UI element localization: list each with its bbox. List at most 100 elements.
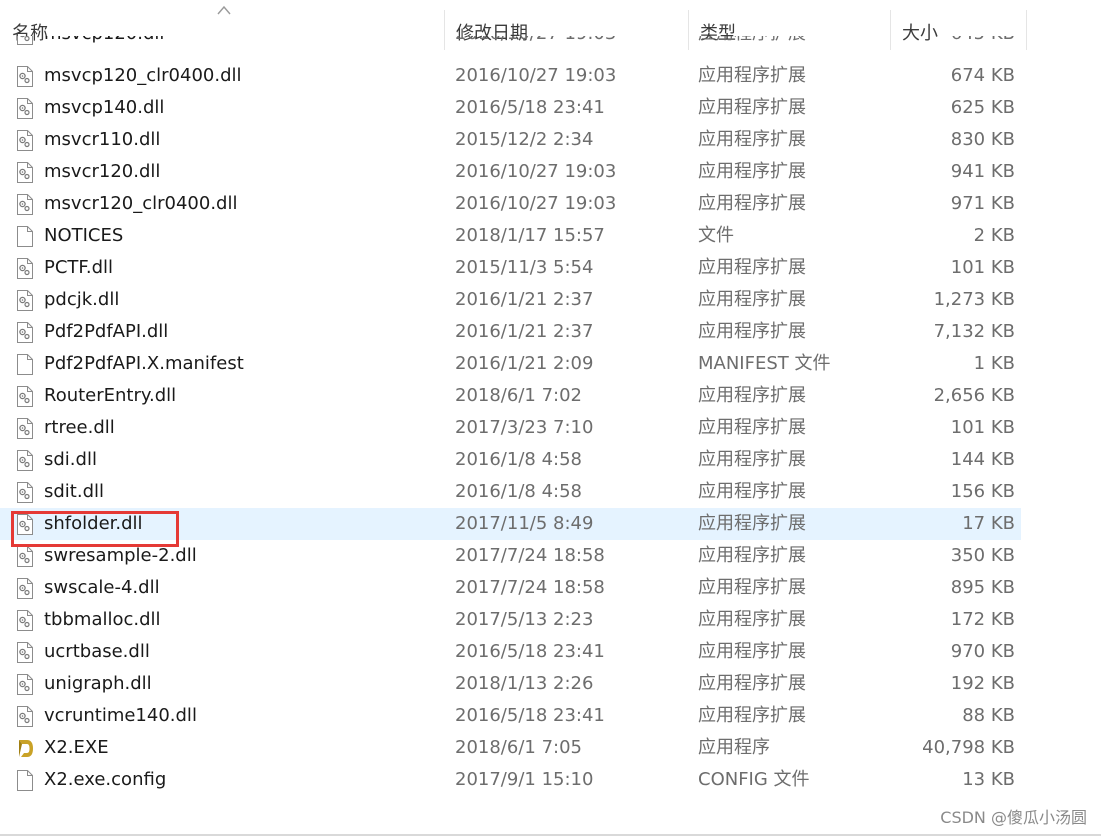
file-row[interactable]: vcruntime140.dll 2016/5/18 23:41 应用程序扩展 88 … xyxy=(0,700,1021,732)
file-size: 2,656 KB xyxy=(933,385,1015,406)
file-size: 350 KB xyxy=(950,545,1015,566)
file-name: X2.exe.config xyxy=(44,769,167,790)
file-type: 应用程序扩展 xyxy=(698,36,806,50)
file-modified-date: 2017/7/24 18:58 xyxy=(455,545,605,566)
dll-gear-icon xyxy=(16,130,34,151)
file-modified-date: 2016/1/8 4:58 xyxy=(455,449,582,470)
blank-file-icon xyxy=(16,354,34,375)
file-type: 应用程序扩展 xyxy=(698,481,806,502)
file-modified-date: 2016/5/18 23:41 xyxy=(455,641,605,662)
file-type: 应用程序扩展 xyxy=(698,97,806,118)
file-modified-date: 2017/7/24 18:58 xyxy=(455,577,605,598)
file-type: 应用程序扩展 xyxy=(698,609,806,630)
file-size: 674 KB xyxy=(950,65,1015,86)
file-row[interactable]: X2.exe.config 2017/9/1 15:10 CONFIG 文件 13 K… xyxy=(0,764,1021,796)
file-name: RouterEntry.dll xyxy=(44,385,177,406)
dll-gear-icon xyxy=(16,514,34,535)
file-row[interactable]: msvcr110.dll 2015/12/2 2:34 应用程序扩展 830 KB xyxy=(0,124,1021,156)
dll-gear-icon xyxy=(16,706,34,727)
file-row[interactable]: msvcp140.dll 2016/5/18 23:41 应用程序扩展 625 KB xyxy=(0,92,1021,124)
file-row[interactable]: sdi.dll 2016/1/8 4:58 应用程序扩展 144 KB xyxy=(0,444,1021,476)
file-type: 文件 xyxy=(698,225,734,246)
file-name: shfolder.dll xyxy=(44,513,143,534)
file-type: 应用程序扩展 xyxy=(698,513,806,534)
file-modified-date: 2017/11/5 8:49 xyxy=(455,513,594,534)
file-type: 应用程序扩展 xyxy=(698,417,806,438)
file-modified-date: 2016/10/27 19:03 xyxy=(455,161,617,182)
file-modified-date: 2017/3/23 7:10 xyxy=(455,417,594,438)
dll-gear-icon xyxy=(16,482,34,503)
file-name: Pdf2PdfAPI.X.manifest xyxy=(44,353,244,374)
file-row[interactable]: msvcr120.dll 2016/10/27 19:03 应用程序扩展 941 KB xyxy=(0,156,1021,188)
file-name: tbbmalloc.dll xyxy=(44,609,161,630)
dll-gear-icon xyxy=(16,450,34,471)
file-row[interactable]: unigraph.dll 2018/1/13 2:26 应用程序扩展 192 KB xyxy=(0,668,1021,700)
file-size: 941 KB xyxy=(950,161,1015,182)
file-type: 应用程序扩展 xyxy=(698,257,806,278)
dll-gear-icon xyxy=(16,290,34,311)
file-row[interactable]: sdit.dll 2016/1/8 4:58 应用程序扩展 156 KB xyxy=(0,476,1021,508)
file-row[interactable]: swscale-4.dll 2017/7/24 18:58 应用程序扩展 895 KB xyxy=(0,572,1021,604)
file-size: 156 KB xyxy=(950,481,1015,502)
file-row[interactable]: msvcp120.dll 2016/10/27 19:03 应用程序扩展 645 KB xyxy=(0,36,1021,56)
file-row[interactable]: PCTF.dll 2015/11/3 5:54 应用程序扩展 101 KB xyxy=(0,252,1021,284)
file-explorer-list-view: 名称 修改日期 类型 大小 msvcp120.dll2016/10/27 19:… xyxy=(0,0,1101,836)
file-row[interactable]: msvcr120_clr0400.dll 2016/10/27 19:03 应用程序… xyxy=(0,188,1021,220)
file-modified-date: 2016/1/21 2:37 xyxy=(455,289,594,310)
file-modified-date: 2016/5/18 23:41 xyxy=(455,705,605,726)
file-row[interactable]: ucrtbase.dll 2016/5/18 23:41 应用程序扩展 970 KB xyxy=(0,636,1021,668)
file-modified-date: 2016/10/27 19:03 xyxy=(455,36,616,50)
file-row[interactable]: pdcjk.dll 2016/1/21 2:37 应用程序扩展 1,273 KB xyxy=(0,284,1021,316)
file-type: 应用程序扩展 xyxy=(698,673,806,694)
file-type: 应用程序扩展 xyxy=(698,577,806,598)
file-row[interactable]: tbbmalloc.dll 2017/5/13 2:23 应用程序扩展 172 KB xyxy=(0,604,1021,636)
file-modified-date: 2016/1/8 4:58 xyxy=(455,481,582,502)
file-modified-date: 2015/11/3 5:54 xyxy=(455,257,594,278)
column-divider[interactable] xyxy=(1026,10,1027,50)
file-row[interactable]: Pdf2PdfAPI.dll 2016/1/21 2:37 应用程序扩展 7,132 … xyxy=(0,316,1021,348)
file-row[interactable]: rtree.dll 2017/3/23 7:10 应用程序扩展 101 KB xyxy=(0,412,1021,444)
file-name: msvcp120_clr0400.dll xyxy=(44,65,242,86)
file-row[interactable]: shfolder.dll 2017/11/5 8:49 应用程序扩展 17 KB xyxy=(0,508,1021,540)
file-name: pdcjk.dll xyxy=(44,289,120,310)
file-row[interactable]: X2.EXE 2018/6/1 7:05 应用程序 40,798 KB xyxy=(0,732,1021,764)
dll-gear-icon xyxy=(16,578,34,599)
file-modified-date: 2016/1/21 2:37 xyxy=(455,321,594,342)
file-size: 88 KB xyxy=(962,705,1015,726)
file-type: CONFIG 文件 xyxy=(698,769,810,790)
file-size: 101 KB xyxy=(950,257,1015,278)
file-type: 应用程序扩展 xyxy=(698,705,806,726)
file-size: 895 KB xyxy=(950,577,1015,598)
file-name: Pdf2PdfAPI.dll xyxy=(44,321,169,342)
file-modified-date: 2016/10/27 19:03 xyxy=(455,193,617,214)
file-modified-date: 2018/1/17 15:57 xyxy=(455,225,605,246)
file-name: sdi.dll xyxy=(44,449,97,470)
dll-gear-icon xyxy=(16,386,34,407)
dll-gear-icon xyxy=(16,98,34,119)
file-modified-date: 2018/6/1 7:02 xyxy=(455,385,582,406)
file-row[interactable]: RouterEntry.dll 2018/6/1 7:02 应用程序扩展 2,656 … xyxy=(0,380,1021,412)
file-row[interactable]: msvcp120_clr0400.dll 2016/10/27 19:03 应用程序… xyxy=(0,60,1021,92)
file-size: 830 KB xyxy=(950,129,1015,150)
file-type: MANIFEST 文件 xyxy=(698,353,831,374)
file-row[interactable]: swresample-2.dll 2017/7/24 18:58 应用程序扩展 350… xyxy=(0,540,1021,572)
dll-gear-icon xyxy=(16,322,34,343)
file-type: 应用程序扩展 xyxy=(698,289,806,310)
file-type: 应用程序扩展 xyxy=(698,129,806,150)
file-type: 应用程序扩展 xyxy=(698,641,806,662)
file-size: 17 KB xyxy=(962,513,1015,534)
file-size: 7,132 KB xyxy=(933,321,1015,342)
file-size: 40,798 KB xyxy=(922,737,1015,758)
file-name: msvcp120.dll xyxy=(44,36,164,50)
file-size: 645 KB xyxy=(951,36,1015,50)
file-name: unigraph.dll xyxy=(44,673,152,694)
blank-file-icon xyxy=(16,770,34,791)
file-size: 970 KB xyxy=(950,641,1015,662)
file-name: msvcr110.dll xyxy=(44,129,161,150)
dll-gear-icon xyxy=(16,194,34,215)
file-modified-date: 2017/5/13 2:23 xyxy=(455,609,594,630)
file-row[interactable]: NOTICES 2018/1/17 15:57 文件 2 KB xyxy=(0,220,1021,252)
file-name: msvcr120_clr0400.dll xyxy=(44,193,238,214)
file-row[interactable]: Pdf2PdfAPI.X.manifest 2016/1/21 2:09 MANIF… xyxy=(0,348,1021,380)
file-modified-date: 2016/1/21 2:09 xyxy=(455,353,594,374)
